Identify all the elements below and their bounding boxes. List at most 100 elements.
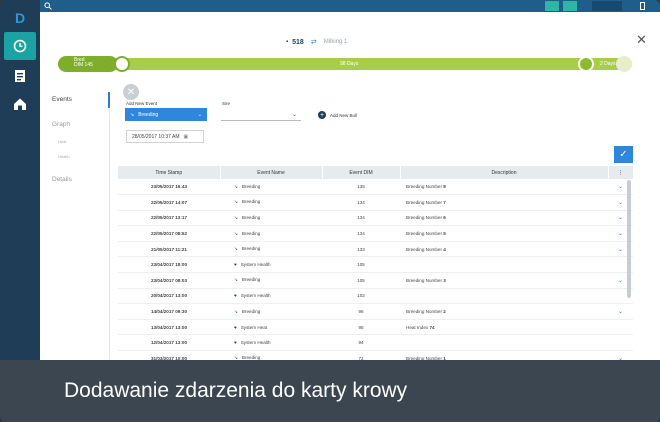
- topbar-expand-button[interactable]: [563, 1, 577, 11]
- row-dim: 135: [322, 179, 400, 196]
- row-description-cell: Breeding Number 2: [400, 303, 608, 320]
- row-dim: 134: [322, 210, 400, 227]
- chevron-down-icon[interactable]: ⌄: [618, 231, 623, 237]
- row-event-name-cell: ♥ System Health: [220, 288, 322, 305]
- row-event-name: Breeding: [241, 230, 261, 236]
- close-button[interactable]: ✕: [636, 32, 647, 48]
- logo-icon: D: [14, 10, 26, 26]
- caption-text: Dodawanie zdarzenia do karty krowy: [64, 379, 408, 402]
- row-description: Breeding Number: [406, 246, 443, 252]
- row-timestamp: 22/05/2017 08:52: [118, 225, 220, 242]
- row-event-name-cell: ↘ Breeding: [220, 194, 322, 211]
- table-row[interactable]: 23/05/2017 16:43 ↘ Breeding 135 Breeding Num…: [118, 179, 633, 196]
- row-event-name: System Health: [240, 293, 271, 299]
- events-table: Time Stamp Event Name Event DIM Descript…: [118, 166, 633, 360]
- row-expand-cell[interactable]: ⌄: [608, 350, 633, 360]
- nav-graph-health[interactable]: Health: [58, 154, 70, 159]
- add-new-bull-button[interactable]: + Add New Bull: [318, 111, 357, 119]
- table-row[interactable]: 22/05/2017 13:17 ↘ Breeding 134 Breeding Num…: [118, 210, 633, 227]
- row-event-name-cell: ↘ Breeding: [220, 179, 322, 196]
- row-timestamp: 12/04/2017 13:00: [118, 334, 220, 352]
- table-row[interactable]: 20/04/2017 13:00 ♥ System Health 102: [118, 288, 633, 305]
- sidebar-item-reports[interactable]: [4, 62, 36, 90]
- table-row[interactable]: 13/04/2017 13:00 ♥ System Heat 95 Heat Index…: [118, 319, 633, 336]
- row-description-cell: Breeding Number 8: [400, 179, 608, 196]
- table-row[interactable]: 23/04/2017 18:00 ♥ System Health 105: [118, 256, 633, 274]
- breeding-icon: ↘: [234, 277, 238, 283]
- nav-events[interactable]: Events: [52, 96, 72, 103]
- chevron-down-icon[interactable]: ⌄: [618, 247, 623, 253]
- nav-graph-heat[interactable]: Heat: [58, 139, 66, 144]
- top-bar: [40, 0, 660, 12]
- timeline-end-label: 2 Days: [600, 61, 616, 67]
- swap-icon[interactable]: ⇄: [311, 38, 317, 46]
- row-event-name-cell: ↘ Breeding: [220, 272, 322, 289]
- col-timestamp[interactable]: Time Stamp: [118, 166, 221, 179]
- logout-icon[interactable]: [640, 2, 645, 10]
- row-dim: 102: [322, 288, 400, 305]
- row-description: Breeding Number: [406, 184, 443, 190]
- add-new-event-label: Add New Event: [126, 101, 158, 106]
- row-timestamp: 23/04/2017 18:00: [118, 256, 220, 274]
- sire-select[interactable]: ⌄: [221, 108, 301, 121]
- table-row[interactable]: 14/04/2017 09:30 ↘ Breeding 96 Breeding Numb…: [118, 303, 633, 320]
- nav-details[interactable]: Details: [52, 176, 72, 183]
- table-row[interactable]: 21/05/2017 11:21 ↘ Breeding 133 Breeding Num…: [118, 241, 633, 258]
- chevron-down-icon[interactable]: ⌄: [618, 309, 623, 315]
- table-row[interactable]: 22/05/2017 14:07 ↘ Breeding 134 Breeding Num…: [118, 194, 633, 211]
- row-description: Breeding Number: [406, 277, 443, 283]
- table-row[interactable]: 22/05/2017 08:52 ↘ Breeding 134 Breeding Num…: [118, 225, 633, 242]
- table-row[interactable]: 12/04/2017 13:00 ♥ System Health 94: [118, 334, 633, 352]
- row-description: Heat Index: [406, 324, 429, 330]
- event-type-select[interactable]: ↘ Breeding ⌄: [125, 108, 207, 121]
- table-row[interactable]: 23/04/2017 08:03 ↘ Breeding 105 Breeding Num…: [118, 272, 633, 289]
- table-menu-icon[interactable]: ⋮: [608, 166, 633, 179]
- chevron-down-icon[interactable]: ⌄: [618, 278, 623, 284]
- topbar-date: [592, 1, 622, 11]
- row-description: Breeding Number: [406, 309, 443, 315]
- col-event-dim[interactable]: Event DIM: [322, 166, 401, 179]
- confirm-button[interactable]: ✓: [614, 146, 633, 163]
- row-event-name: Breeding: [241, 214, 261, 220]
- row-description-cell: Breeding Number 4: [400, 241, 608, 258]
- breeding-icon: ↘: [234, 214, 238, 220]
- row-event-name: Breeding: [241, 308, 261, 314]
- row-timestamp: 14/04/2017 09:30: [118, 303, 220, 320]
- table-scrollbar[interactable]: [627, 180, 631, 298]
- chevron-down-icon[interactable]: ⌄: [618, 200, 623, 206]
- chevron-down-icon[interactable]: ⌄: [618, 215, 623, 221]
- close-form-button[interactable]: ✕: [123, 84, 139, 100]
- row-description: Breeding Number: [406, 215, 443, 221]
- timeline-start-sub: DIM 145: [74, 62, 93, 68]
- search-icon[interactable]: [44, 2, 52, 10]
- row-event-name-cell: ♥ System Health: [220, 256, 322, 274]
- datetime-field[interactable]: 28/05/2017 10:37 AM ▣: [126, 130, 204, 143]
- table-row[interactable]: 31/03/2017 10:00 ↘ Breeding 72 Breeding Numb…: [118, 350, 633, 360]
- nav-graph[interactable]: Graph: [52, 121, 70, 128]
- row-description-cell: [400, 288, 608, 305]
- row-description-value: 3: [443, 277, 446, 283]
- row-event-name: Breeding: [241, 199, 261, 205]
- row-dim: 72: [322, 350, 400, 360]
- sidebar: D: [0, 0, 40, 360]
- left-nav: Events Graph Heat Health Details: [52, 92, 110, 360]
- calendar-icon[interactable]: ▣: [184, 134, 189, 140]
- row-description-value: 5: [443, 231, 446, 237]
- row-event-name-cell: ♥ System Health: [220, 334, 322, 352]
- timeline-current-marker[interactable]: [578, 56, 594, 72]
- row-expand-cell: [608, 334, 633, 352]
- sidebar-item-dashboard[interactable]: [4, 32, 36, 60]
- timeline-breeding-marker[interactable]: [114, 56, 130, 72]
- topbar-cow-button[interactable]: [545, 1, 559, 11]
- row-dim: 105: [322, 272, 400, 289]
- col-description[interactable]: Description: [400, 166, 609, 179]
- col-event-name[interactable]: Event Name: [220, 166, 323, 179]
- chevron-down-icon[interactable]: ⌄: [618, 184, 623, 190]
- row-description: Breeding Number: [406, 199, 443, 205]
- sidebar-item-farm[interactable]: [4, 90, 36, 118]
- breeding-icon: ↘: [234, 246, 238, 252]
- heat-icon: ♥: [234, 324, 237, 330]
- row-dim: 134: [322, 225, 400, 242]
- row-expand-cell[interactable]: ⌄: [608, 303, 633, 320]
- cow-number: 518: [292, 38, 304, 46]
